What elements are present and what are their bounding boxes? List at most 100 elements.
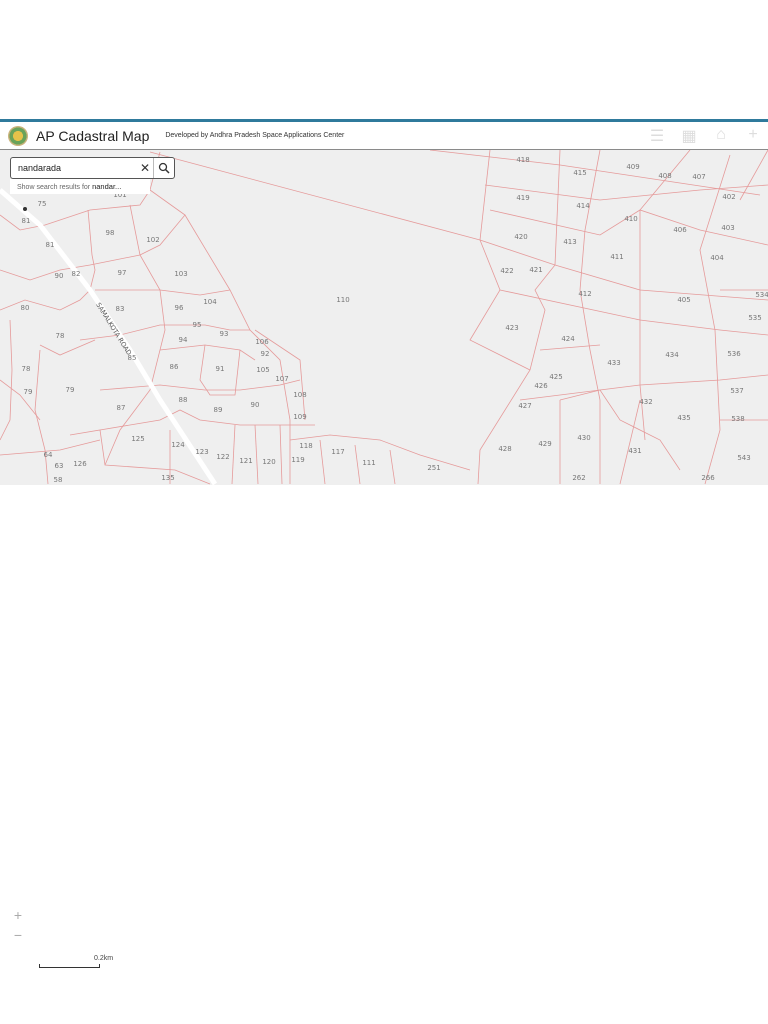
parcel-label[interactable]: 435 (677, 414, 690, 422)
parcel-label[interactable]: 118 (299, 442, 312, 450)
parcel-label[interactable]: 407 (692, 173, 705, 181)
parcel-label[interactable]: 431 (628, 447, 641, 455)
parcel-label[interactable]: 75 (38, 200, 47, 208)
parcel-label[interactable]: 104 (203, 298, 217, 306)
parcel-label[interactable]: 90 (55, 272, 64, 280)
parcel-label[interactable]: 409 (626, 163, 639, 171)
zoom-in-button[interactable]: + (12, 907, 24, 923)
parcel-label[interactable]: 96 (175, 304, 184, 312)
parcel-label[interactable]: 117 (331, 448, 344, 456)
parcel-label[interactable]: 82 (72, 270, 81, 278)
parcel-label[interactable]: 81 (22, 217, 31, 225)
parcel-label[interactable]: 97 (118, 269, 127, 277)
parcel-label[interactable]: 411 (610, 253, 623, 261)
parcel-label[interactable]: 102 (146, 236, 159, 244)
parcel-label[interactable]: 123 (195, 448, 208, 456)
parcel-label[interactable]: 426 (534, 382, 548, 390)
parcel-label[interactable]: 108 (293, 391, 306, 399)
parcel-label[interactable]: 94 (179, 336, 188, 344)
parcel-label[interactable]: 80 (21, 304, 30, 312)
parcel-label[interactable]: 124 (171, 441, 185, 449)
parcel-label[interactable]: 423 (505, 324, 518, 332)
parcel-label[interactable]: 406 (673, 226, 687, 234)
parcel-label[interactable]: 537 (730, 387, 743, 395)
home-icon[interactable]: ⌂ (712, 126, 730, 146)
parcel-label[interactable]: 111 (362, 459, 375, 467)
parcel-label[interactable]: 103 (174, 270, 187, 278)
parcel-label[interactable]: 78 (22, 365, 31, 373)
search-box[interactable]: nandarada ✕ (10, 157, 175, 179)
clear-icon[interactable]: ✕ (137, 161, 153, 175)
parcel-label[interactable]: 93 (220, 330, 229, 338)
parcel-label[interactable]: 534 (755, 291, 768, 299)
parcel-label[interactable]: 266 (701, 474, 715, 482)
parcel-label[interactable]: 412 (578, 290, 591, 298)
parcel-label[interactable]: 83 (116, 305, 125, 313)
parcel-label[interactable]: 408 (658, 172, 671, 180)
search-input[interactable]: nandarada (11, 163, 137, 173)
parcel-label[interactable]: 89 (214, 406, 223, 414)
parcel-label[interactable]: 430 (577, 434, 590, 442)
parcel-label[interactable]: 434 (665, 351, 679, 359)
parcel-label[interactable]: 403 (721, 224, 734, 232)
parcel-label[interactable]: 135 (161, 474, 174, 482)
parcel-label[interactable]: 109 (293, 413, 306, 421)
parcel-label[interactable]: 427 (518, 402, 531, 410)
parcel-label[interactable]: 125 (131, 435, 144, 443)
parcel-label[interactable]: 422 (500, 267, 513, 275)
parcel-label[interactable]: 262 (572, 474, 585, 482)
list-icon[interactable]: ☰ (648, 126, 666, 146)
parcel-label[interactable]: 106 (255, 338, 269, 346)
parcel-label[interactable]: 410 (624, 215, 637, 223)
parcel-label[interactable]: 429 (538, 440, 551, 448)
parcel-label[interactable]: 88 (179, 396, 188, 404)
parcel-label[interactable]: 414 (576, 202, 590, 210)
parcel-label[interactable]: 81 (46, 241, 55, 249)
parcel-label[interactable]: 79 (24, 388, 33, 396)
parcel-label[interactable]: 432 (639, 398, 652, 406)
parcel-label[interactable]: 425 (549, 373, 562, 381)
parcel-label[interactable]: 535 (748, 314, 761, 322)
parcel-label[interactable]: 58 (54, 476, 63, 484)
parcel-label[interactable]: 92 (261, 350, 270, 358)
zoom-out-button[interactable]: − (12, 927, 24, 943)
parcel-label[interactable]: 107 (275, 375, 288, 383)
parcel-label[interactable]: 78 (56, 332, 65, 340)
parcel-label[interactable]: 105 (256, 366, 269, 374)
parcel-label[interactable]: 91 (216, 365, 225, 373)
parcel-label[interactable]: 418 (516, 156, 529, 164)
parcel-label[interactable]: 79 (66, 386, 75, 394)
parcel-label[interactable]: 98 (106, 229, 115, 237)
parcel-label[interactable]: 405 (677, 296, 690, 304)
parcel-label[interactable]: 402 (722, 193, 735, 201)
parcel-label[interactable]: 121 (239, 457, 252, 465)
parcel-label[interactable]: 85 (128, 354, 137, 362)
parcel-label[interactable]: 413 (563, 238, 576, 246)
layers-icon[interactable]: ▦ (680, 126, 698, 146)
parcel-label[interactable]: 538 (731, 415, 744, 423)
cadastral-map[interactable]: SAMALKOTA ROAD 7581819810210190 82 97 10380… (0, 150, 768, 485)
add-icon[interactable]: + (744, 126, 762, 146)
parcel-label[interactable]: 424 (561, 335, 575, 343)
parcel-label[interactable]: 87 (117, 404, 126, 412)
parcel-label[interactable]: 95 (193, 321, 202, 329)
parcel-label[interactable]: 428 (498, 445, 511, 453)
parcel-label[interactable]: 90 (251, 401, 260, 409)
parcel-label[interactable]: 63 (55, 462, 64, 470)
parcel-label[interactable]: 543 (737, 454, 750, 462)
parcel-label[interactable]: 421 (529, 266, 542, 274)
parcel-label[interactable]: 415 (573, 169, 586, 177)
parcel-label[interactable]: 122 (216, 453, 229, 461)
parcel-label[interactable]: 64 (44, 451, 53, 459)
parcel-label[interactable]: 433 (607, 359, 620, 367)
parcel-label[interactable]: 110 (336, 296, 349, 304)
parcel-label[interactable]: 420 (514, 233, 527, 241)
parcel-label[interactable]: 536 (727, 350, 741, 358)
parcel-label[interactable]: 419 (516, 194, 529, 202)
parcel-label[interactable]: 251 (427, 464, 440, 472)
parcel-label[interactable]: 404 (710, 254, 724, 262)
search-suggestion[interactable]: Show search results for nandar... (10, 179, 150, 194)
parcel-label[interactable]: 86 (170, 363, 179, 371)
parcel-label[interactable]: 119 (291, 456, 304, 464)
search-button[interactable] (153, 158, 174, 178)
